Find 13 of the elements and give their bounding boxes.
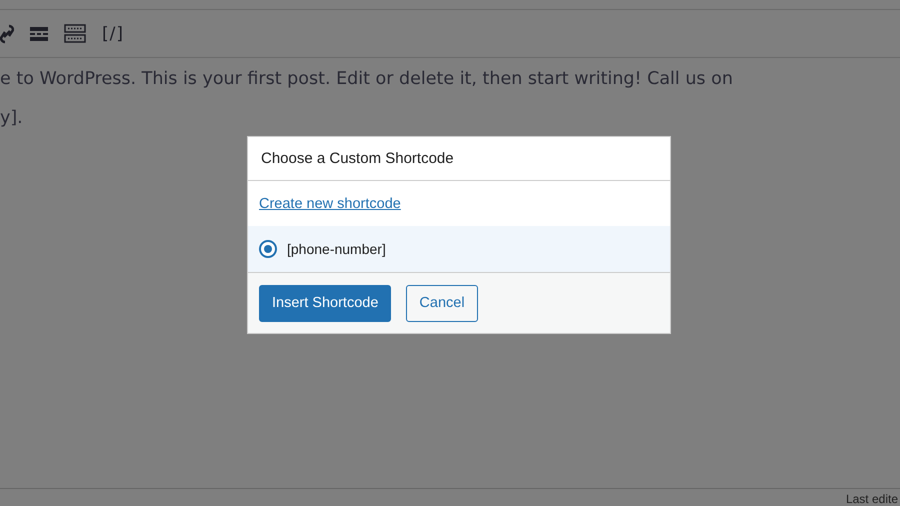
shortcode-option[interactable]: [phone-number] <box>248 226 670 273</box>
link-icon[interactable] <box>0 24 14 44</box>
editor-text-line: y]. <box>0 107 24 130</box>
radio-button[interactable] <box>259 240 277 258</box>
shortcode-toolbar-button[interactable]: [/] <box>102 24 124 44</box>
insert-button[interactable]: Insert Shortcode <box>259 284 392 322</box>
dialog-title: Choose a Custom Shortcode <box>261 150 454 167</box>
separator-icon[interactable] <box>30 26 48 42</box>
keyboard-icon[interactable] <box>64 24 86 43</box>
create-shortcode-link[interactable]: Create new shortcode <box>259 196 401 212</box>
cancel-button[interactable]: Cancel <box>406 284 478 322</box>
last-edited-text: Last edite <box>846 492 898 506</box>
editor-text-line: e to WordPress. This is your first post. Edit or delete it, then start writing! Call us on <box>0 68 734 91</box>
